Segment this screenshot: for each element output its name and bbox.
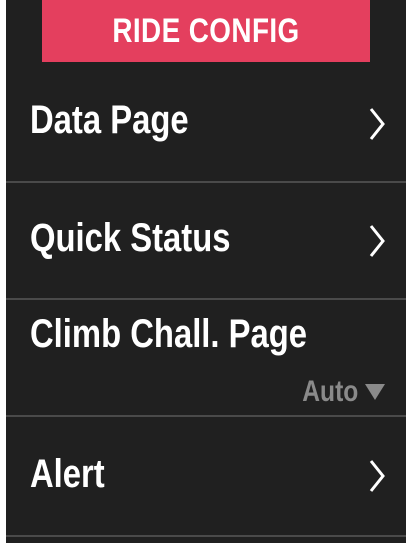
- menu-item-label: Climb Chall. Page: [30, 312, 308, 356]
- menu-item-quick-status[interactable]: Quick Status: [6, 183, 406, 298]
- chevron-right-icon: [369, 108, 385, 140]
- chevron-right-icon: [369, 460, 385, 492]
- page-title: RIDE CONFIG: [42, 0, 370, 62]
- chevron-right-icon: [369, 225, 385, 257]
- menu-item-label: Data Page: [30, 98, 189, 142]
- device-frame: RIDE CONFIG Data Page Quick Status Climb…: [0, 0, 408, 543]
- menu-item-alert[interactable]: Alert: [6, 417, 406, 535]
- divider: [6, 535, 406, 537]
- screen: RIDE CONFIG Data Page Quick Status Climb…: [6, 0, 406, 543]
- climb-challenge-value-dropdown[interactable]: Auto: [290, 375, 386, 409]
- dropdown-value: Auto: [301, 375, 358, 408]
- menu-item-label: Alert: [30, 452, 105, 496]
- menu-item-label: Quick Status: [30, 216, 231, 260]
- menu-item-data-page[interactable]: Data Page: [6, 62, 406, 182]
- triangle-down-icon: [365, 384, 385, 400]
